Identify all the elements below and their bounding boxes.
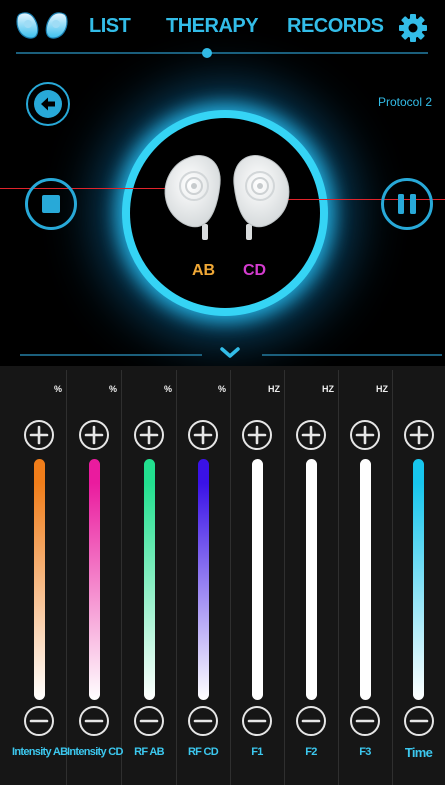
slider-unit: HZ [376,384,388,394]
plus-icon [139,425,159,445]
increase-button[interactable] [242,420,272,450]
slider-unit: % [53,384,62,394]
slider-unit: HZ [268,384,280,394]
minus-icon [301,719,321,723]
increase-button[interactable] [134,420,164,450]
gear-icon[interactable] [398,13,428,43]
decrease-button[interactable] [296,706,326,736]
slider-column: HZ F2 [284,370,339,785]
slider-column: % Intensity AB [12,370,68,785]
increase-button[interactable] [24,420,54,450]
slider-column: HZ F1 [230,370,285,785]
slider-unit: HZ [322,384,334,394]
active-tab-indicator [202,48,212,58]
section-divider [262,354,442,356]
plus-icon [193,425,213,445]
stop-icon [42,195,60,213]
increase-button[interactable] [79,420,109,450]
tab-records[interactable]: RECORDS [287,15,384,38]
decrease-button[interactable] [79,706,109,736]
slider-label: RF CD [187,746,219,758]
minus-icon [84,719,104,723]
electrode-pair-logo [16,12,68,39]
slider-label: Intensity CD [67,746,123,758]
increase-button[interactable] [188,420,218,450]
channel-ab-label: AB [192,262,216,279]
plus-icon [247,425,267,445]
chevron-down-icon[interactable] [219,346,241,360]
minus-icon [247,719,267,723]
decrease-button[interactable] [403,706,434,736]
slider-column: % RF CD [176,370,231,785]
top-nav: LIST THERAPY RECORDS [0,0,445,60]
plus-icon [301,425,321,445]
slider-track[interactable] [33,459,45,700]
slider-label: F2 [305,746,317,758]
back-button[interactable] [26,82,70,126]
slider-unit: % [163,384,172,394]
decrease-button[interactable] [350,706,380,736]
stop-button[interactable] [25,178,77,230]
slider-column: % RF AB [122,370,177,785]
slider-unit: % [217,384,226,394]
slider-label: RF AB [134,746,164,758]
decrease-button[interactable] [242,706,272,736]
slider-column: % Intensity CD [67,370,123,785]
decrease-button[interactable] [24,706,54,736]
pause-icon [398,194,416,214]
plus-icon [84,425,104,445]
slider-label: F1 [251,746,263,758]
slider-track[interactable] [305,459,317,700]
slider-column: HZ F3 [338,370,393,785]
minus-icon [355,719,375,723]
slider-track[interactable] [88,459,100,700]
plus-icon [409,425,428,445]
pause-button[interactable] [381,178,433,230]
slider-label: F3 [359,746,371,758]
increase-button[interactable] [403,420,434,450]
nav-track [16,52,428,54]
slider-label: Intensity AB [12,746,68,758]
slider-track[interactable] [197,459,209,700]
slider-unit: % [108,384,117,394]
minus-icon [409,719,428,723]
tab-list[interactable]: LIST [89,15,131,38]
increase-button[interactable] [296,420,326,450]
slider-track[interactable] [413,459,424,700]
slider-track[interactable] [251,459,263,700]
electrode-pads-image [164,155,290,240]
electrode-cable-left [0,188,182,189]
minus-icon [139,719,159,723]
plus-icon [355,425,375,445]
increase-button[interactable] [350,420,380,450]
slider-track[interactable] [359,459,371,700]
decrease-button[interactable] [134,706,164,736]
plus-icon [29,425,49,445]
tab-therapy[interactable]: THERAPY [166,15,259,38]
section-divider [20,354,202,356]
minus-icon [29,719,49,723]
slider-track[interactable] [143,459,155,700]
channel-cd-label: CD [243,262,267,279]
slider-column: Time [392,370,445,785]
minus-icon [193,719,213,723]
decrease-button[interactable] [188,706,218,736]
slider-label: Time [404,745,433,760]
protocol-label: Protocol 2 [378,95,433,109]
arrow-left-icon [34,90,62,118]
